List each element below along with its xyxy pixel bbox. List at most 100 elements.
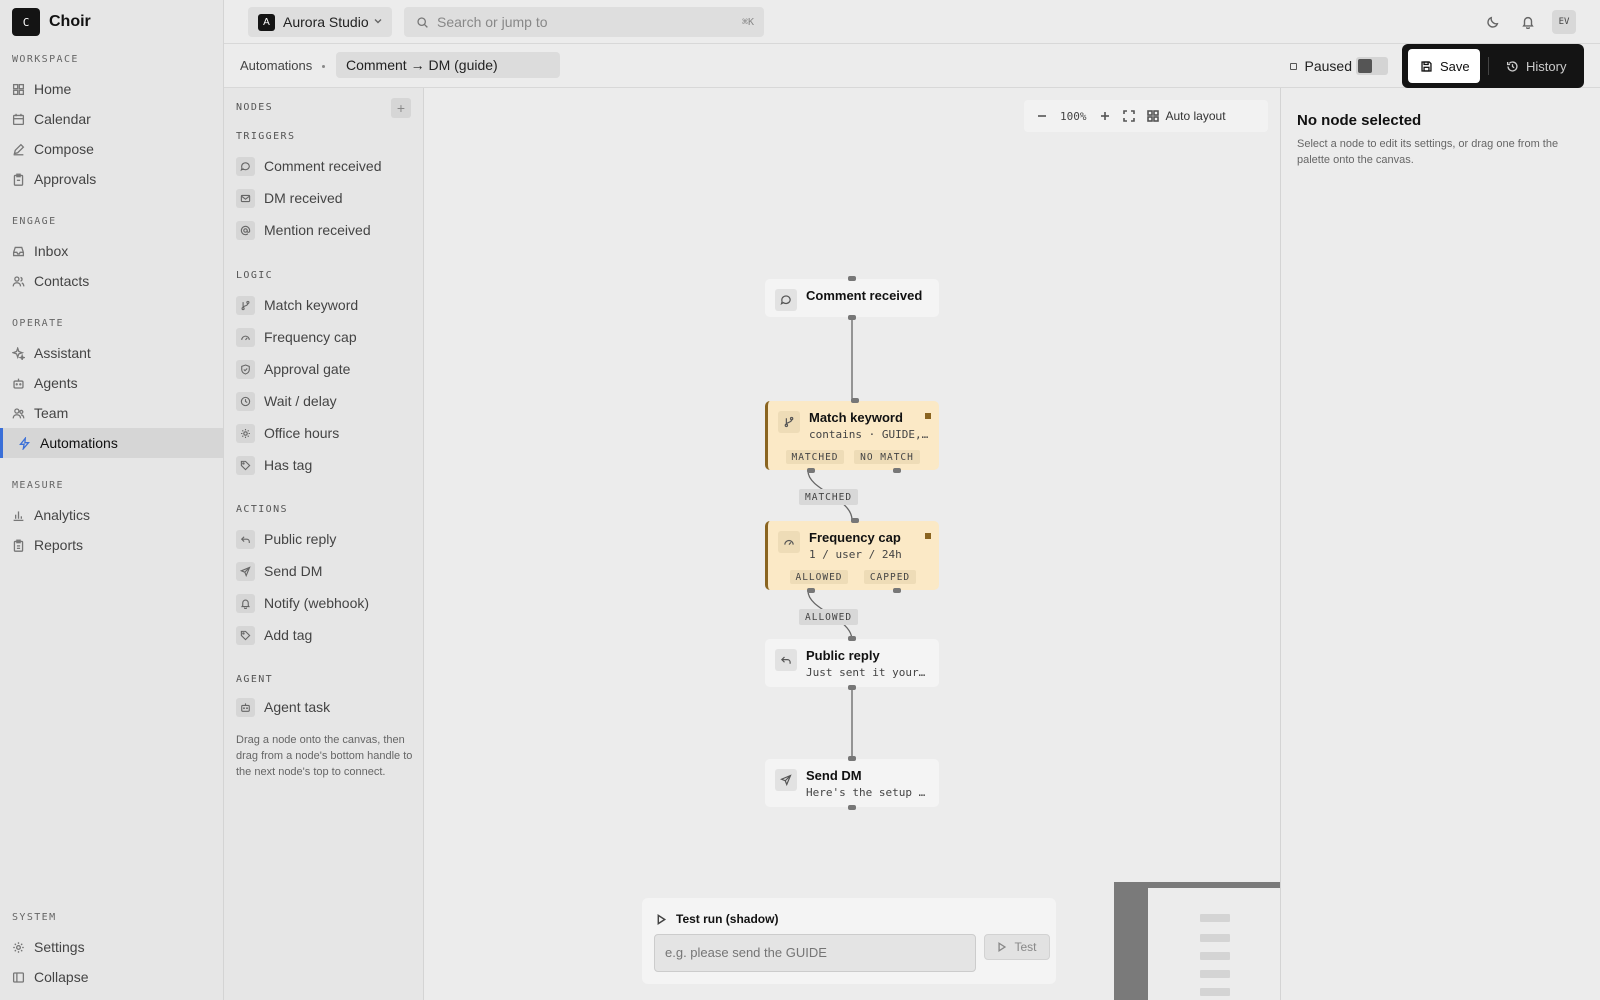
edge-label: MATCHED [799,489,859,505]
palette-item-approval-gate[interactable]: Approval gate [236,356,416,382]
node-input-handle[interactable] [848,756,856,761]
minimap-viewport[interactable] [1148,888,1280,1000]
tag-icon [240,630,251,640]
sidebar-item-agents[interactable]: Agents [0,368,223,398]
sidebar-item-approvals[interactable]: Approvals [0,164,223,194]
flow-node-frequency-cap[interactable]: Frequency cap 1 / user / 24h ALLOWED CAP… [765,518,939,593]
node-input-handle[interactable] [848,636,856,641]
active-toggle[interactable] [1356,57,1388,75]
send-icon [780,774,792,786]
sidebar-item-reports[interactable]: Reports [0,530,223,560]
palette-item-frequency-cap[interactable]: Frequency cap [236,324,416,350]
palette-item-notify-webhook[interactable]: Notify (webhook) [236,590,416,616]
save-label: Save [1440,58,1470,74]
node-output-handle-allowed[interactable] [807,588,815,593]
sidebar-item-home[interactable]: Home [0,74,223,104]
node-subtitle: Here's the setup guide [806,786,931,799]
inspector-panel: No node selected Select a node to edit i… [1280,88,1600,1000]
save-button[interactable]: Save [1408,49,1480,83]
node-output-handle-no-match[interactable] [893,468,901,473]
node-output-handle[interactable] [848,315,856,320]
sidebar-item-label: Reports [34,537,84,553]
palette-item-wait-delay[interactable]: Wait / delay [236,388,416,414]
palette-item-public-reply[interactable]: Public reply [236,526,416,552]
palette-item-dm-received[interactable]: DM received [236,185,416,211]
pen-icon [13,143,25,155]
node-input-handle[interactable] [848,276,856,281]
flow-canvas[interactable]: 100% Auto layout Comment received Match … [424,88,1280,1000]
users-icon [12,407,25,418]
minimap[interactable] [1114,882,1280,1000]
moon-icon[interactable] [1486,15,1500,29]
bar-chart-icon [13,510,24,521]
history-button[interactable]: History [1496,49,1578,83]
workspace-switcher[interactable]: A Aurora Studio [248,7,392,37]
palette-item-label: Has tag [264,457,313,473]
gear-icon [13,941,24,953]
minimap-node [1200,952,1230,960]
sidebar-item-analytics[interactable]: Analytics [0,500,223,530]
sidebar-item-compose[interactable]: Compose [0,134,223,164]
test-run-header[interactable]: Test run (shadow) [656,912,778,926]
node-title: Send DM [806,768,862,783]
automation-header: Automations Paused Save History [224,44,1600,88]
breadcrumb[interactable]: Automations [240,58,312,73]
test-button[interactable]: Test [984,934,1050,960]
play-icon [657,913,667,925]
palette-item-add-tag[interactable]: Add tag [236,622,416,648]
palette-item-label: Mention received [264,222,371,238]
sidebar-item-assistant[interactable]: Assistant [0,338,223,368]
palette-item-agent-task[interactable]: Agent task [236,694,416,720]
node-output-handle-matched[interactable] [807,468,815,473]
add-node-button[interactable]: + [391,98,411,118]
flow-node-match-keyword[interactable]: Match keyword contains · GUIDE, guide MA… [765,398,939,473]
palette-group-triggers: TRIGGERS [236,131,296,142]
bell-icon[interactable] [1521,15,1535,29]
edge-label: ALLOWED [799,609,859,625]
flow-node-send-dm[interactable]: Send DM Here's the setup guide [765,756,939,810]
sidebar-item-automations[interactable]: Automations [0,428,223,458]
brand[interactable]: C Choir [12,8,91,36]
palette-item-label: Comment received [264,158,382,174]
palette-item-label: Wait / delay [264,393,337,409]
bell-icon [241,599,250,609]
test-run-panel: Test run (shadow) Test [642,898,1056,984]
sidebar-item-inbox[interactable]: Inbox [0,236,223,266]
warning-indicator [925,533,931,539]
inbox-icon [12,246,25,256]
inspector-description: Select a node to edit its settings, or d… [1297,138,1559,166]
sidebar-item-settings[interactable]: Settings [0,932,223,962]
search-box[interactable]: Search or jump to ⌘K [404,7,764,37]
brand-name: Choir [49,13,91,30]
palette-group-logic: LOGIC [236,270,274,281]
automation-name-input[interactable] [336,52,560,78]
palette-item-send-dm[interactable]: Send DM [236,558,416,584]
panel-collapse-icon [12,971,25,983]
node-input-handle[interactable] [851,518,859,523]
node-input-handle[interactable] [851,398,859,403]
workspace-badge: A [258,13,275,31]
node-output-handle[interactable] [848,685,856,690]
flow-node-public-reply[interactable]: Public reply Just sent it your way! [765,636,939,690]
sidebar-item-label: Compose [34,141,94,157]
tag-icon [240,460,251,470]
node-output-handle[interactable] [848,805,856,810]
breadcrumb-separator [322,65,325,68]
node-output-handle-capped[interactable] [893,588,901,593]
test-message-input[interactable] [654,934,976,972]
status-dot [1289,62,1297,70]
sidebar-item-collapse[interactable]: Collapse [0,962,223,992]
palette-item-office-hours[interactable]: Office hours [236,420,416,446]
palette-item-mention-received[interactable]: Mention received [236,217,416,243]
button-separator [1488,57,1489,75]
inspector-title: No node selected [1297,112,1422,129]
sidebar-item-team[interactable]: Team [0,398,223,428]
sidebar-item-calendar[interactable]: Calendar [0,104,223,134]
palette-item-has-tag[interactable]: Has tag [236,452,416,478]
palette-item-match-keyword[interactable]: Match keyword [236,292,416,318]
palette-item-comment-received[interactable]: Comment received [236,153,416,179]
minimap-node [1200,934,1230,942]
sidebar-item-contacts[interactable]: Contacts [0,266,223,296]
flow-node-comment-received[interactable]: Comment received [765,276,939,320]
avatar[interactable]: EV [1552,10,1576,34]
